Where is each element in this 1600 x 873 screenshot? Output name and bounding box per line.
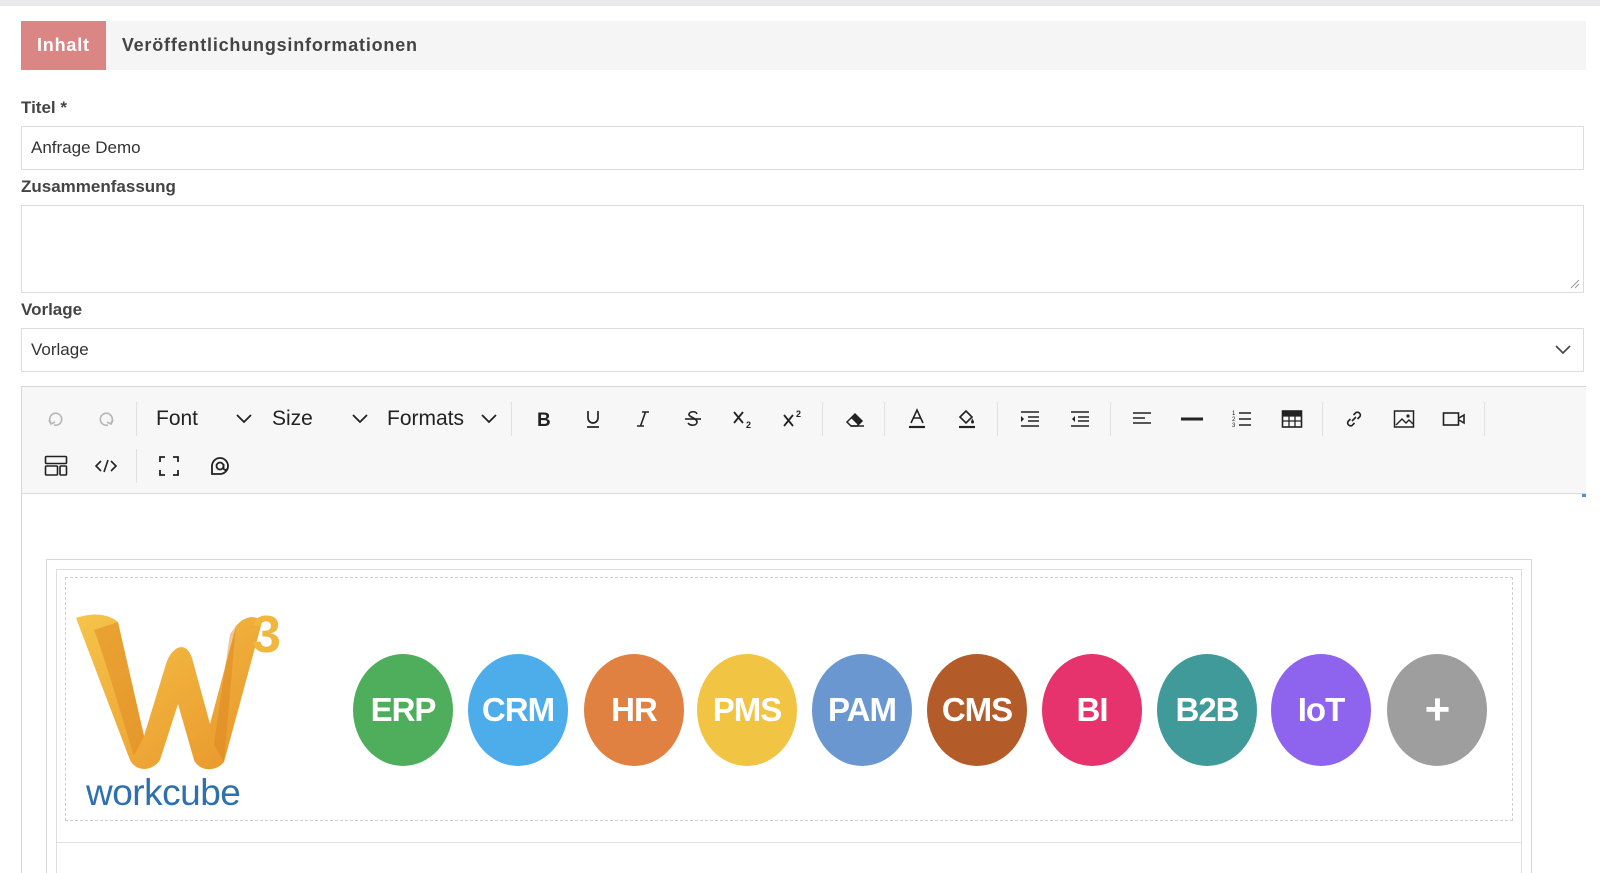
font-label: Font bbox=[156, 407, 199, 430]
toolbar-separator bbox=[511, 402, 512, 436]
module-iot-badge: IoT bbox=[1271, 654, 1371, 766]
outdent-icon[interactable] bbox=[1063, 402, 1097, 436]
module-erp-badge: ERP bbox=[353, 654, 453, 766]
font-color-icon[interactable] bbox=[900, 402, 934, 436]
svg-text:2: 2 bbox=[746, 420, 751, 430]
superscript-icon[interactable]: 2 bbox=[776, 402, 810, 436]
toolbar-separator bbox=[822, 402, 823, 436]
module-badges: ERP CRM HR PMS PAM CMS BI B2B IoT + bbox=[353, 654, 1493, 768]
svg-text:B: B bbox=[537, 410, 551, 429]
template-select[interactable]: Vorlage bbox=[21, 328, 1584, 372]
font-dropdown[interactable]: Font bbox=[156, 402, 252, 436]
highlight-icon[interactable] bbox=[950, 402, 984, 436]
module-cms-badge: CMS bbox=[927, 654, 1027, 766]
logo-wordmark: workcube bbox=[86, 772, 241, 813]
redo-icon[interactable] bbox=[89, 402, 123, 436]
content-frame: 3 workcube ERP CRM HR PMS PAM CMS BI B2B… bbox=[56, 569, 1522, 873]
size-dropdown[interactable]: Size bbox=[272, 402, 368, 436]
toolbar-separator bbox=[1484, 402, 1485, 436]
table-icon[interactable] bbox=[1275, 402, 1309, 436]
resize-grip-icon[interactable] bbox=[1570, 279, 1580, 289]
content-editor-panel: Inhalt Veröffentlichungsinformationen Ti… bbox=[0, 6, 1600, 873]
underline-icon[interactable] bbox=[576, 402, 610, 436]
fullscreen-icon[interactable] bbox=[152, 449, 186, 483]
module-pam-badge: PAM bbox=[812, 654, 912, 766]
rich-text-editor: Font Size Formats B 2 2 1 2 3 3 workcube… bbox=[21, 386, 1586, 873]
chevron-down-icon bbox=[352, 414, 368, 424]
content-divider bbox=[57, 842, 1521, 843]
italic-icon[interactable] bbox=[626, 402, 660, 436]
link-icon[interactable] bbox=[1337, 402, 1371, 436]
numbered-list-icon[interactable]: 123 bbox=[1225, 402, 1259, 436]
title-label: Titel * bbox=[21, 98, 67, 117]
toolbar-separator bbox=[136, 449, 137, 483]
tab-inhalt[interactable]: Inhalt bbox=[21, 21, 106, 70]
bold-icon[interactable]: B bbox=[526, 402, 560, 436]
chevron-down-icon bbox=[236, 414, 252, 424]
template-value: Vorlage bbox=[31, 340, 89, 359]
formats-dropdown[interactable]: Formats bbox=[387, 402, 497, 436]
module-bi-badge: BI bbox=[1042, 654, 1142, 766]
summary-textarea[interactable] bbox=[21, 205, 1584, 293]
toolbar-separator bbox=[1322, 402, 1323, 436]
toolbar-separator bbox=[136, 402, 137, 436]
editor-toolbar: Font Size Formats B 2 2 1 2 3 bbox=[22, 387, 1586, 494]
module-hr-badge: HR bbox=[584, 654, 684, 766]
formats-label: Formats bbox=[387, 407, 465, 430]
horizontal-rule-icon[interactable] bbox=[1175, 402, 1209, 436]
module-plus-badge: + bbox=[1387, 654, 1487, 766]
workcube-w-mark: 3 bbox=[76, 606, 281, 770]
module-crm-badge: CRM bbox=[468, 654, 568, 766]
toolbar-separator bbox=[1110, 402, 1111, 436]
svg-text:2: 2 bbox=[796, 409, 801, 419]
video-icon[interactable] bbox=[1437, 402, 1471, 436]
strikethrough-icon[interactable] bbox=[676, 402, 710, 436]
svg-text:3: 3 bbox=[1232, 423, 1236, 429]
toolbar-separator bbox=[884, 402, 885, 436]
layout-icon[interactable] bbox=[39, 449, 73, 483]
chevron-down-icon bbox=[481, 414, 497, 424]
title-value: Anfrage Demo bbox=[31, 138, 141, 157]
workcube-logo: 3 workcube bbox=[74, 594, 299, 813]
undo-icon[interactable] bbox=[39, 402, 73, 436]
tab-veroeffentlichungsinformationen[interactable]: Veröffentlichungsinformationen bbox=[106, 21, 434, 70]
logo-superscript: 3 bbox=[252, 606, 281, 664]
size-label: Size bbox=[272, 407, 313, 430]
module-b2b-badge: B2B bbox=[1157, 654, 1257, 766]
title-input[interactable]: Anfrage Demo bbox=[21, 126, 1584, 170]
subscript-icon[interactable]: 2 bbox=[726, 402, 760, 436]
code-icon[interactable] bbox=[89, 449, 123, 483]
summary-label: Zusammenfassung bbox=[21, 177, 176, 196]
mention-icon[interactable] bbox=[202, 449, 236, 483]
eraser-icon[interactable] bbox=[838, 402, 872, 436]
chevron-down-icon bbox=[1555, 345, 1571, 355]
template-label: Vorlage bbox=[21, 300, 83, 319]
align-left-icon[interactable] bbox=[1125, 402, 1159, 436]
editor-content[interactable]: 3 workcube ERP CRM HR PMS PAM CMS BI B2B… bbox=[46, 559, 1532, 873]
module-pms-badge: PMS bbox=[697, 654, 797, 766]
toolbar-separator bbox=[997, 402, 998, 436]
tab-bar: Inhalt Veröffentlichungsinformationen bbox=[21, 21, 1586, 70]
banner-block[interactable]: 3 workcube ERP CRM HR PMS PAM CMS BI B2B… bbox=[65, 577, 1513, 821]
image-icon[interactable] bbox=[1387, 402, 1421, 436]
indent-icon[interactable] bbox=[1013, 402, 1047, 436]
